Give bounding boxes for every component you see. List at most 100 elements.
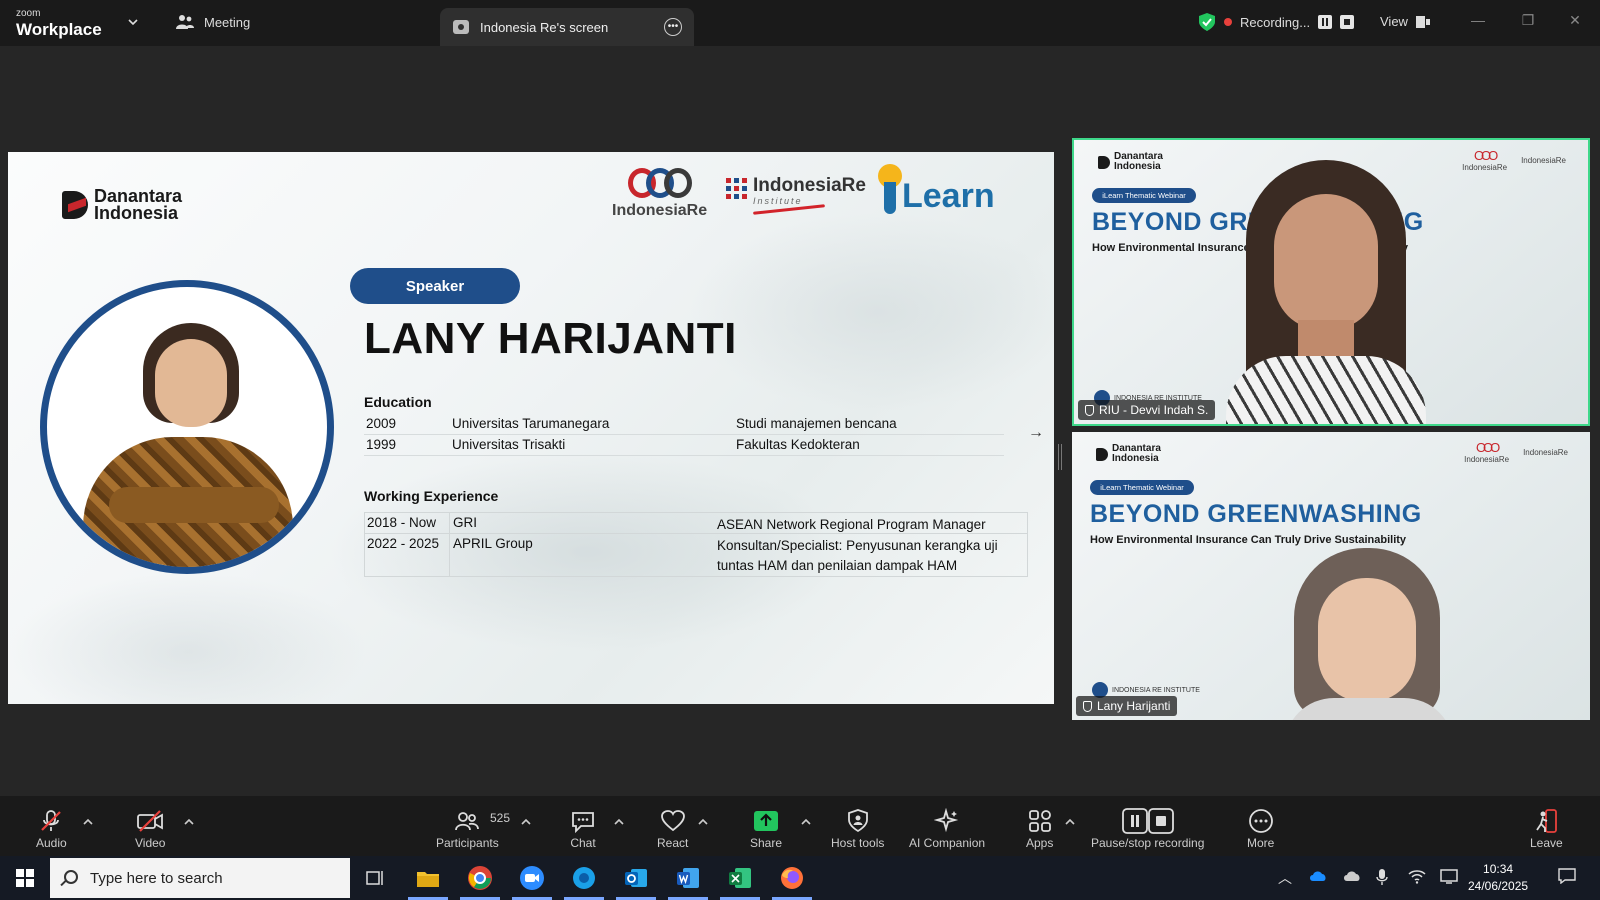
shared-screen-tab[interactable]: Indonesia Re's screen ••• [440,8,694,46]
firefox-icon[interactable] [772,862,812,900]
chevron-up-icon[interactable] [800,816,812,828]
arrow-right-icon: → [1028,424,1044,441]
chrome-icon[interactable] [460,862,500,900]
chevron-up-icon[interactable] [613,816,625,828]
pause-stop-recording-button[interactable]: Pause/stop recording [1091,796,1204,856]
video-tile[interactable]: Danantara Indonesia OOO IndonesiaRe Indon… [1072,138,1590,426]
windows-taskbar: Type here to search ︿ 10:34 24/06/2025 [0,856,1600,900]
minimize-icon[interactable]: — [1470,12,1486,28]
tile-logo-right2: IndonesiaRe [1521,155,1566,165]
restore-icon[interactable]: ❐ [1520,12,1536,28]
work-years: 2018 - Now [367,515,437,530]
chevron-up-icon[interactable] [183,816,195,828]
taskbar-clock[interactable]: 10:34 24/06/2025 [1468,861,1528,895]
portrait-face [155,339,227,427]
indonesiare-institute-logo: IndonesiaRe Institute [726,175,866,215]
education-row: 2009 Universitas Tarumanegara Studi mana… [364,414,1004,435]
education-field: Fakultas Kedokteran [736,437,860,452]
education-school: Universitas Tarumanegara [452,416,610,431]
meeting-label: Meeting [204,14,251,30]
tile-subheading: How Environmental Insurance Can Truly Dr… [1090,534,1407,546]
education-heading: Education [364,394,432,410]
resize-handle[interactable] [1058,444,1062,470]
chevron-up-icon[interactable] [697,816,709,828]
excel-icon[interactable] [720,862,760,900]
danantara-logo: Danantara Indonesia [62,187,194,222]
learn-pin-icon [878,164,902,214]
clock-time: 10:34 [1483,862,1514,876]
brand-small: zoom [16,8,41,19]
brand-big: Workplace [16,20,102,39]
tray-overflow-icon[interactable]: ︿ [1278,868,1292,888]
danantara-mark-icon [1096,447,1108,461]
chat-label: Chat [570,836,596,850]
display-icon[interactable] [1440,868,1458,887]
shield-check-icon[interactable] [1198,12,1216,32]
video-label: Video [135,836,166,850]
chevron-up-icon[interactable] [82,816,94,828]
microphone-muted-icon [41,810,62,831]
video-button[interactable]: Video [135,796,165,856]
chat-button[interactable]: Chat [570,796,596,856]
view-layout-icon [1415,15,1430,28]
heart-icon [660,810,685,832]
background-texture [8,572,368,704]
tile-partner-logos: OOO IndonesiaRe IndonesiaRe [1464,440,1568,464]
apps-button[interactable]: Apps [1026,796,1053,856]
stop-recording-button[interactable] [1340,15,1355,29]
taskbar-search[interactable]: Type here to search [50,858,350,898]
close-icon[interactable]: ✕ [1567,12,1583,28]
video-tile[interactable]: Danantara Indonesia OOO IndonesiaRe Indon… [1072,432,1590,720]
pause-recording-button[interactable] [1318,15,1333,29]
work-row: 2022 - 2025 APRIL Group Konsultan/Specia… [365,534,1027,576]
zoom-app-icon[interactable] [512,862,552,900]
notifications-icon[interactable] [1558,868,1576,887]
participant-name-tag: Lany Harijanti [1076,696,1178,716]
audio-button[interactable]: Audio [36,796,67,856]
task-view-icon[interactable] [360,862,392,894]
windows-start-icon[interactable] [16,869,34,887]
microphone-icon[interactable] [1376,868,1388,889]
more-button[interactable]: More [1247,796,1274,856]
meeting-tab[interactable]: Meeting [176,14,250,30]
indonesiare-logo-text: IndonesiaRe [612,202,708,219]
react-button[interactable]: React [657,796,688,856]
wifi-icon[interactable] [1408,868,1426,887]
people-icon [176,15,194,29]
cloud-sync-icon[interactable] [1342,868,1362,885]
leave-button[interactable]: Leave [1530,796,1563,856]
chevron-down-icon[interactable] [126,15,140,29]
more-options-icon[interactable]: ••• [664,18,682,36]
participants-button[interactable]: Participants [436,796,499,856]
outlook-icon[interactable] [616,862,656,900]
search-placeholder: Type here to search [90,869,223,887]
participant-name: Lany Harijanti [1097,699,1171,713]
share-screen-icon [754,811,779,831]
chevron-up-icon[interactable] [520,816,532,828]
host-tools-button[interactable]: Host tools [831,796,884,856]
ai-companion-button[interactable]: AI Companion [909,796,985,856]
zoom-brand[interactable]: zoom Workplace [16,8,102,39]
institute-logo-text: IndonesiaRe [753,175,866,196]
institute-logo-sub: Institute [753,196,803,206]
video-off-icon [137,810,164,832]
view-button[interactable]: View [1380,14,1430,29]
word-icon[interactable] [668,862,708,900]
background-texture [688,212,1054,412]
onedrive-icon[interactable] [1308,868,1328,885]
tile-webinar-pill: iLearn Thematic Webinar [1090,480,1194,495]
education-school: Universitas Trisakti [452,437,566,452]
ai-companion-label: AI Companion [909,836,986,850]
title-bar: zoom Workplace Meeting Indonesia Re's sc… [0,0,1600,46]
view-label: View [1380,14,1408,29]
indonesiare-rings-icon: OOO [1473,148,1498,163]
participants-label: Participants [436,836,499,850]
tile-footer-text: INDONESIA RE INSTITUTE [1112,686,1200,694]
copilot-icon[interactable] [564,862,604,900]
work-table: 2018 - Now GRI ASEAN Network Regional Pr… [364,512,1028,577]
chevron-up-icon[interactable] [1064,816,1076,828]
learn-logo-text: Learn [902,177,995,215]
share-button[interactable]: Share [750,796,782,856]
pin-icon [1083,700,1092,712]
file-explorer-icon[interactable] [408,862,448,900]
